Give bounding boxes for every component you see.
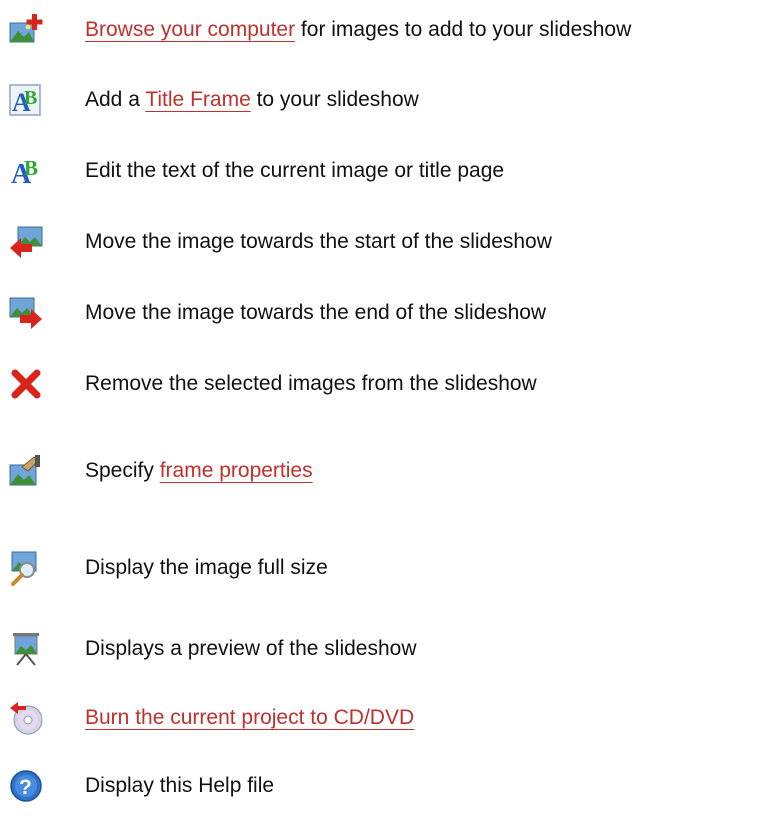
help-row-remove: Remove the selected images from the slid… — [0, 364, 762, 404]
preview-slideshow-icon — [8, 631, 44, 667]
help-row-text: Specify frame properties — [85, 459, 313, 483]
burn-disc-icon — [8, 700, 44, 736]
help-row-edit-text: A B Edit the text of the current image o… — [0, 151, 762, 191]
help-row-burn: Burn the current project to CD/DVD — [0, 698, 762, 738]
help-row-text: Display this Help file — [85, 774, 275, 797]
move-left-icon — [8, 224, 44, 260]
help-row-frame-properties: Specify frame properties — [0, 451, 762, 491]
help-row-suffix: for images to add to your slideshow — [295, 18, 632, 41]
help-row-suffix: to your slideshow — [250, 88, 419, 111]
help-row-prefix: Add a — [85, 88, 146, 111]
help-icon: ? — [8, 768, 44, 804]
help-row-title-frame: A B Add a Title Frame to your slideshow — [0, 80, 762, 120]
help-row-preview: Displays a preview of the slideshow — [0, 629, 762, 669]
svg-text:B: B — [24, 87, 37, 109]
frame-properties-icon — [8, 453, 44, 489]
help-row-text: Move the image towards the start of the … — [85, 230, 552, 253]
edit-text-icon: A B — [8, 153, 44, 189]
title-frame-link[interactable]: Title Frame — [145, 88, 250, 111]
help-row-text: Burn the current project to CD/DVD — [85, 706, 414, 730]
help-row-text: Add a Title Frame to your slideshow — [85, 88, 419, 112]
remove-icon — [8, 366, 44, 402]
help-row-text: Edit the text of the current image or ti… — [85, 159, 505, 182]
help-row-browse: Browse your computer for images to add t… — [0, 10, 762, 50]
help-row-prefix: Specify — [85, 459, 160, 482]
help-row-text: Browse your computer for images to add t… — [85, 18, 631, 42]
help-row-text: Displays a preview of the slideshow — [85, 637, 417, 660]
move-right-icon — [8, 295, 44, 331]
help-row-text: Remove the selected images from the slid… — [85, 372, 537, 395]
burn-project-link[interactable]: Burn the current project to CD/DVD — [85, 706, 414, 729]
zoom-image-icon — [8, 550, 44, 586]
help-row-move-right: Move the image towards the end of the sl… — [0, 293, 762, 333]
title-frame-icon: A B — [8, 82, 44, 118]
help-row-full-size: Display the image full size — [0, 548, 762, 588]
help-row-text: Display the image full size — [85, 556, 328, 579]
browse-computer-link[interactable]: Browse your computer — [85, 18, 295, 41]
help-row-move-left: Move the image towards the start of the … — [0, 222, 762, 262]
svg-text:B: B — [24, 156, 38, 180]
help-row-help: ? Display this Help file — [0, 766, 762, 806]
svg-text:?: ? — [19, 776, 32, 799]
add-images-icon — [8, 12, 44, 48]
frame-properties-link[interactable]: frame properties — [160, 459, 313, 482]
help-row-text: Move the image towards the end of the sl… — [85, 301, 547, 324]
